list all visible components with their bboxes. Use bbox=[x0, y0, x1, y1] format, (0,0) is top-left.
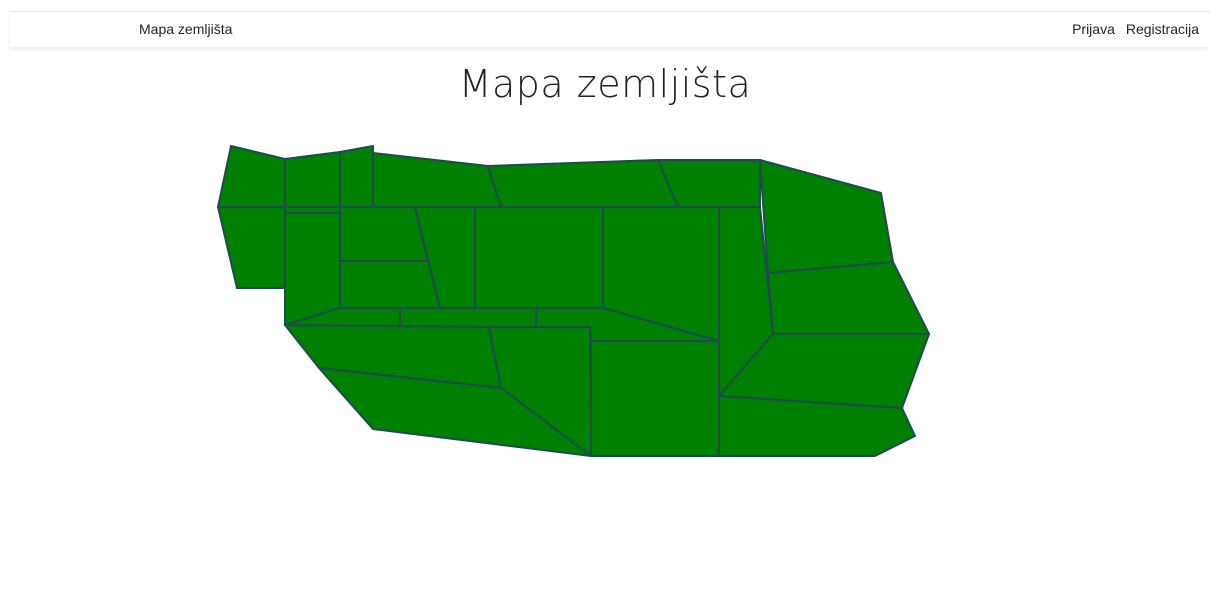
parcel-24[interactable] bbox=[590, 340, 720, 457]
parcel-5[interactable] bbox=[487, 159, 679, 208]
parcel-17[interactable] bbox=[767, 261, 930, 335]
parcel-1[interactable] bbox=[217, 145, 286, 208]
parcel-7[interactable] bbox=[759, 159, 894, 274]
parcel-10[interactable] bbox=[284, 206, 341, 214]
parcel-12[interactable] bbox=[339, 260, 441, 309]
parcel-2[interactable] bbox=[284, 151, 341, 208]
parcel-11[interactable] bbox=[339, 206, 429, 262]
parcel-14[interactable] bbox=[474, 206, 604, 309]
parcel-4[interactable] bbox=[372, 152, 502, 208]
land-map bbox=[217, 145, 930, 457]
parcel-19[interactable] bbox=[399, 307, 537, 328]
page: Mapa zemljišta Prijava Registracija Mapa… bbox=[0, 0, 1210, 612]
parcel-9[interactable] bbox=[284, 212, 341, 326]
parcel-8[interactable] bbox=[217, 206, 286, 289]
parcel-3[interactable] bbox=[339, 145, 374, 208]
